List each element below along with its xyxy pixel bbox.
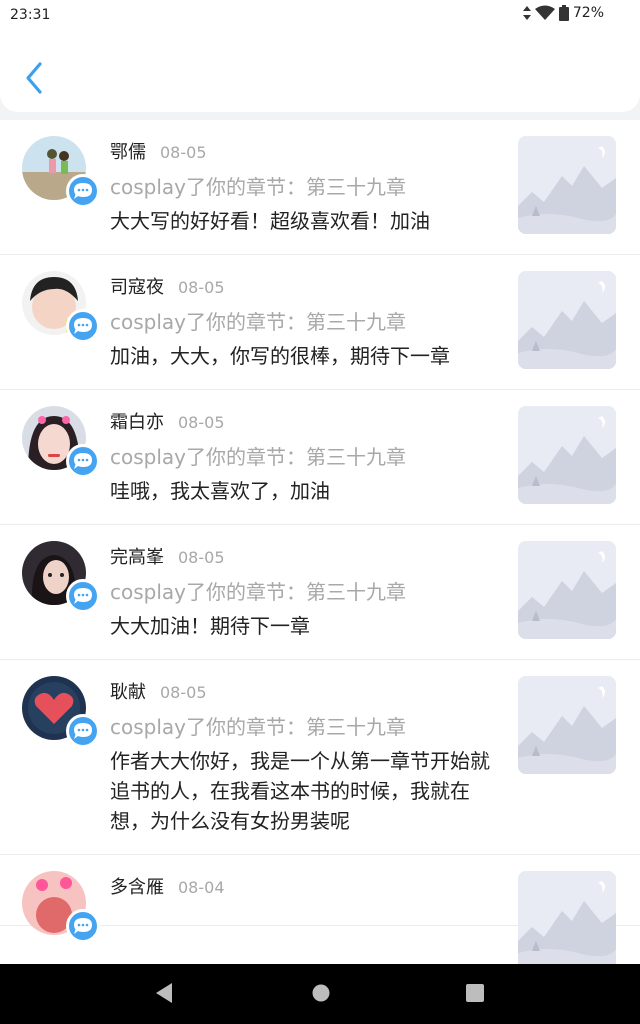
comment-badge <box>66 444 100 478</box>
avatar-wrap[interactable] <box>22 541 100 613</box>
battery-percent: 72% <box>572 5 604 21</box>
chat-bubble-icon <box>74 183 92 199</box>
status-bar: 23:31 72% <box>0 0 640 30</box>
avatar-wrap[interactable] <box>22 271 100 343</box>
chat-bubble-icon <box>74 453 92 469</box>
notification-item[interactable]: 霜白亦 08-05 cosplay了你的章节：第三十九章 哇哦，我太喜欢了，加油 <box>0 390 640 525</box>
system-nav-bar <box>0 964 640 1024</box>
name-line: 鄂儒 08-05 <box>110 138 490 168</box>
notification-date: 08-05 <box>178 278 225 297</box>
notification-item[interactable]: 耿献 08-05 cosplay了你的章节：第三十九章作者大大你好，我是一个从第一章… <box>0 660 640 855</box>
chat-bubble-icon <box>74 318 92 334</box>
name-line: 霜白亦 08-05 <box>110 408 490 438</box>
notification-content: 完高峯 08-05 cosplay了你的章节：第三十九章 大大加油！期待下一章 <box>110 543 490 641</box>
action-text: cosplay了你的章节：第三十九章 <box>110 580 406 604</box>
chevron-left-icon <box>26 62 42 94</box>
avatar-wrap[interactable] <box>22 136 100 208</box>
notification-content: 霜白亦 08-05 cosplay了你的章节：第三十九章 哇哦，我太喜欢了，加油 <box>110 408 490 506</box>
avatar-wrap[interactable] <box>22 871 100 943</box>
chapter-thumbnail[interactable] <box>518 541 616 639</box>
notification-content: 多含雁 08-04 <box>110 873 490 903</box>
comment-text: 作者大大你好，我是一个从第一章节开始就追书的人，在我看这本书的时候，我就在想，为… <box>110 749 490 833</box>
name-line: 多含雁 08-04 <box>110 873 490 903</box>
notification-item[interactable]: 多含雁 08-04 <box>0 855 640 964</box>
chat-bubble-icon <box>74 588 92 604</box>
notification-content: 耿献 08-05 cosplay了你的章节：第三十九章作者大大你好，我是一个从第一章… <box>110 678 490 836</box>
action-text: cosplay了你的章节：第三十九章 <box>110 445 406 469</box>
chapter-thumbnail[interactable] <box>518 136 616 234</box>
chapter-thumbnail[interactable] <box>518 871 616 964</box>
comment-badge <box>66 909 100 943</box>
notification-date: 08-05 <box>160 683 207 702</box>
comment-text: 大大写的好好看！超级喜欢看！加油 <box>110 209 430 233</box>
notification-date: 08-05 <box>178 548 225 567</box>
battery-icon <box>558 5 569 21</box>
status-time: 23:31 <box>10 7 51 23</box>
comment-badge <box>66 309 100 343</box>
notification-content: 鄂儒 08-05 cosplay了你的章节：第三十九章 大大写的好好看！超级喜欢看！加… <box>110 138 490 236</box>
notification-date: 08-04 <box>178 878 225 897</box>
user-name[interactable]: 完高峯 <box>110 543 164 569</box>
comment-text: 大大加油！期待下一章 <box>110 614 310 638</box>
comment-badge <box>66 714 100 748</box>
wifi-icon <box>534 5 555 20</box>
action-text: cosplay了你的章节：第三十九章 <box>110 715 406 739</box>
notification-item[interactable]: 完高峯 08-05 cosplay了你的章节：第三十九章 大大加油！期待下一章 <box>0 525 640 660</box>
comment-badge <box>66 579 100 613</box>
action-text: cosplay了你的章节：第三十九章 <box>110 175 406 199</box>
comment-text: 哇哦，我太喜欢了，加油 <box>110 479 330 503</box>
notification-date: 08-05 <box>160 143 207 162</box>
user-name[interactable]: 耿献 <box>110 678 146 704</box>
status-icons: 72% <box>522 5 604 21</box>
notification-item[interactable]: 司寇夜 08-05 cosplay了你的章节：第三十九章加油，大大，你写的很棒，期待… <box>0 255 640 390</box>
chapter-thumbnail[interactable] <box>518 676 616 774</box>
nav-back-icon[interactable] <box>154 982 174 1004</box>
notification-date: 08-05 <box>178 413 225 432</box>
data-arrows-icon <box>522 6 531 20</box>
chapter-thumbnail[interactable] <box>518 406 616 504</box>
chapter-thumbnail[interactable] <box>518 271 616 369</box>
chat-bubble-icon <box>74 723 92 739</box>
user-name[interactable]: 多含雁 <box>110 873 164 899</box>
avatar-wrap[interactable] <box>22 676 100 748</box>
name-line: 完高峯 08-05 <box>110 543 490 573</box>
action-text: cosplay了你的章节：第三十九章 <box>110 310 406 334</box>
comment-badge <box>66 174 100 208</box>
name-line: 司寇夜 08-05 <box>110 273 490 303</box>
comment-text: 加油，大大，你写的很棒，期待下一章 <box>110 344 450 368</box>
notification-item[interactable]: 鄂儒 08-05 cosplay了你的章节：第三十九章 大大写的好好看！超级喜欢看！加… <box>0 120 640 255</box>
avatar-wrap[interactable] <box>22 406 100 478</box>
user-name[interactable]: 司寇夜 <box>110 273 164 299</box>
notification-list[interactable]: 鄂儒 08-05 cosplay了你的章节：第三十九章 大大写的好好看！超级喜欢看！加… <box>0 120 640 964</box>
name-line: 耿献 08-05 <box>110 678 490 708</box>
user-name[interactable]: 鄂儒 <box>110 138 146 164</box>
nav-recents-icon[interactable] <box>465 982 485 1004</box>
back-button[interactable] <box>20 58 50 98</box>
user-name[interactable]: 霜白亦 <box>110 408 164 434</box>
top-header <box>0 30 640 112</box>
nav-home-icon[interactable] <box>311 982 331 1004</box>
notification-content: 司寇夜 08-05 cosplay了你的章节：第三十九章加油，大大，你写的很棒，期待… <box>110 273 490 371</box>
chat-bubble-icon <box>74 918 92 934</box>
